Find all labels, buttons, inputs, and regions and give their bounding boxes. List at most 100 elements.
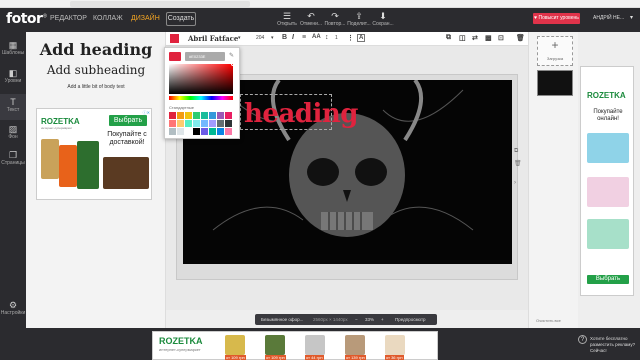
lock-icon[interactable]: ⊡ xyxy=(498,34,504,42)
ad-banner-bottom[interactable]: ROZETKA интернет-супермаркет от 109 грн … xyxy=(152,331,438,360)
color-swatch[interactable] xyxy=(169,120,176,127)
color-swatch[interactable] xyxy=(217,128,224,135)
flip-icon[interactable]: ⇄ xyxy=(472,34,478,42)
page-thumbnail[interactable] xyxy=(537,70,573,96)
fotor-logo[interactable]: fotor® xyxy=(6,11,47,27)
copy-page-icon[interactable]: ⧉ xyxy=(514,148,518,155)
eyedropper-icon[interactable]: ✎ xyxy=(229,52,234,59)
color-handle[interactable] xyxy=(231,62,235,66)
color-swatch[interactable] xyxy=(185,128,192,135)
trash-icon[interactable]: 🗑 xyxy=(516,34,525,42)
upload-button[interactable]: + Загрузка xyxy=(537,36,573,66)
ad-choose-button[interactable]: Выбрать xyxy=(587,275,629,284)
color-swatch[interactable] xyxy=(225,120,232,127)
open-button[interactable]: ☰ Открыть xyxy=(275,11,299,27)
color-swatch[interactable] xyxy=(225,128,232,135)
color-swatch[interactable] xyxy=(209,120,216,127)
hue-slider[interactable] xyxy=(169,96,233,100)
undo-button[interactable]: ↶ Отмени... xyxy=(299,11,323,27)
add-heading-option[interactable]: Add heading xyxy=(26,40,166,59)
color-picker-popup[interactable]: #E0233E ✎ Стандартные xyxy=(164,47,240,139)
spacing-field[interactable]: 1 xyxy=(335,35,338,41)
sidebar-item-background[interactable]: ▨ Фон xyxy=(0,124,26,140)
ad-product-image xyxy=(587,133,629,163)
color-swatch[interactable] xyxy=(185,120,192,127)
copy-icon[interactable]: ⧉ xyxy=(446,34,451,42)
ad-banner-left[interactable]: ⓘ✕ ROZETKA интернет-супермаркет Выбрать … xyxy=(36,108,152,200)
undo-label: Отмени... xyxy=(299,21,323,27)
add-body-text-option[interactable]: Add a little bit of body text xyxy=(26,84,166,90)
ad-product-image xyxy=(265,335,285,355)
sidebar-item-templates[interactable]: ▦ Шаблоны xyxy=(0,40,26,56)
help-icon[interactable]: ? xyxy=(578,335,587,344)
user-menu[interactable]: АНДРІЙ НЕ... xyxy=(593,15,624,21)
italic-icon[interactable]: I xyxy=(292,34,294,41)
color-swatch[interactable] xyxy=(169,128,176,135)
transparency-icon[interactable]: ▩ xyxy=(485,34,492,42)
color-swatch[interactable] xyxy=(177,128,184,135)
nav-editor[interactable]: РЕДАКТОР xyxy=(50,15,87,22)
font-selector[interactable]: Abril Fatface xyxy=(188,34,238,43)
zoom-out-icon[interactable]: − xyxy=(355,317,358,322)
sidebar-item-layers[interactable]: ◧ Уровни xyxy=(0,68,26,84)
sidebar-item-pages[interactable]: ❐ Страницы xyxy=(0,150,26,166)
line-spacing-icon[interactable]: ↕ xyxy=(325,34,329,41)
share-button[interactable]: ⇪ Поделит... xyxy=(347,11,371,27)
premium-label: Повысит уровень xyxy=(538,15,579,21)
color-swatch[interactable] xyxy=(193,120,200,127)
url-field[interactable] xyxy=(70,1,250,7)
chevron-down-icon[interactable]: ▾ xyxy=(630,14,633,21)
premium-button[interactable]: ♥ Повысит уровень xyxy=(533,13,580,24)
hex-input[interactable]: #E0233E xyxy=(185,52,225,61)
color-swatch[interactable] xyxy=(201,128,208,135)
top-bar: fotor® РЕДАКТОР КОЛЛАЖ ДИЗАЙН Создать ☰ О… xyxy=(0,8,640,32)
color-swatch[interactable] xyxy=(209,112,216,119)
nav-collage[interactable]: КОЛЛАЖ xyxy=(93,15,123,22)
color-swatch[interactable] xyxy=(177,112,184,119)
color-swatch[interactable] xyxy=(185,112,192,119)
browser-url-bar[interactable] xyxy=(0,0,640,8)
color-swatch[interactable] xyxy=(217,120,224,127)
align-icon[interactable]: ≡ xyxy=(302,34,306,41)
template-icon: ▦ xyxy=(8,40,18,50)
color-swatch[interactable] xyxy=(177,120,184,127)
add-subheading-option[interactable]: Add subheading xyxy=(26,63,166,77)
color-swatch[interactable] xyxy=(193,128,200,135)
text-frame-icon[interactable]: A xyxy=(357,34,366,42)
font-size-field[interactable]: 204 xyxy=(256,35,264,41)
color-swatch[interactable] xyxy=(201,120,208,127)
color-swatch[interactable] xyxy=(217,112,224,119)
redo-button[interactable]: ↷ Повтор... xyxy=(323,11,347,27)
layers-icon[interactable]: ◫ xyxy=(459,34,466,42)
ad-product-image xyxy=(59,145,77,187)
ad-banner-right[interactable]: ROZETKA Покупайте онлайн! Выбрать xyxy=(580,66,634,296)
color-swatch[interactable] xyxy=(225,112,232,119)
clear-all-button[interactable]: Очистить все xyxy=(536,318,561,323)
color-swatch[interactable] xyxy=(193,112,200,119)
saturation-area[interactable] xyxy=(169,64,233,94)
color-swatch[interactable] xyxy=(201,112,208,119)
color-swatch[interactable] xyxy=(209,128,216,135)
sidebar-item-settings[interactable]: ⚙ Настройки xyxy=(0,300,26,316)
save-button[interactable]: ⬇ Сохран... xyxy=(371,11,395,27)
document-name[interactable]: Безымянное офор... xyxy=(261,317,303,322)
chevron-down-icon[interactable]: ▾ xyxy=(238,35,241,41)
swatch-grid xyxy=(169,112,235,136)
nav-design[interactable]: ДИЗАЙН xyxy=(131,15,160,22)
share-label: Поделит... xyxy=(347,21,371,27)
bold-icon[interactable]: B xyxy=(282,34,287,41)
text-color-swatch[interactable] xyxy=(170,34,179,43)
preview-button[interactable]: Предпросмотр xyxy=(395,317,426,322)
help-text[interactable]: Хотите бесплатно разместить рекламу? Сей… xyxy=(590,336,635,354)
page-nav-icon[interactable]: › xyxy=(514,180,516,186)
zoom-in-icon[interactable]: + xyxy=(381,317,384,322)
letter-case-icon[interactable]: AA xyxy=(312,34,321,40)
canvas-heading-text[interactable]: heading xyxy=(244,99,358,129)
color-swatch[interactable] xyxy=(169,112,176,119)
delete-page-icon[interactable]: 🗑 xyxy=(514,160,522,167)
ad-choose-button[interactable]: Выбрать xyxy=(109,115,147,126)
create-button[interactable]: Создать xyxy=(166,12,196,26)
font-size-chevron-icon[interactable]: ▾ xyxy=(271,35,274,41)
sidebar-item-text[interactable]: T Текст xyxy=(0,94,26,120)
effects-icon[interactable]: ⋮ xyxy=(347,34,354,42)
